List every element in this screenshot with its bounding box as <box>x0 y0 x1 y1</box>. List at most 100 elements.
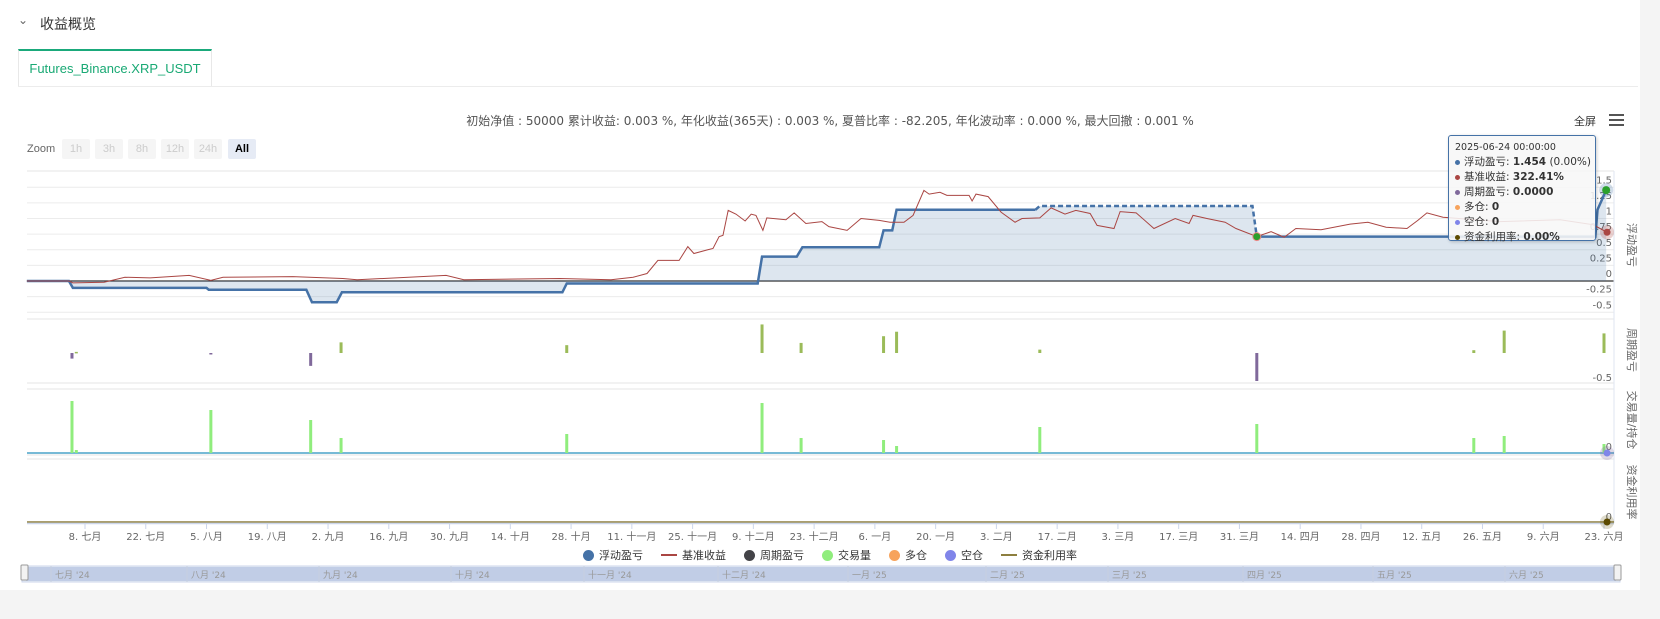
tooltip-row: 多仓: 0 <box>1455 200 1589 215</box>
legend: 浮动盈亏 基准收益 周期盈亏 交易量 多仓 空仓 资金利用率 <box>0 547 1660 563</box>
period-pnl-bar <box>70 353 74 359</box>
position-hover-point <box>1603 449 1611 457</box>
legend-line-icon <box>1001 554 1017 556</box>
tooltip-label: 资金利用率: <box>1464 231 1524 243</box>
x-tick-label: 3. 二月 <box>980 531 1013 543</box>
volume-bar <box>74 450 78 453</box>
trade-marker <box>1602 186 1611 195</box>
period-pnl-bar <box>1502 330 1506 353</box>
volume-bar <box>1502 436 1506 453</box>
tooltip-label: 浮动盈亏: <box>1464 156 1513 168</box>
period-pnl-bar <box>882 336 886 353</box>
benchmark-hover-point <box>1603 228 1611 236</box>
x-tick-label: 5. 八月 <box>190 531 223 543</box>
navigator-label: 二月 '25 <box>990 570 1025 581</box>
period-pnl-bar <box>309 353 313 366</box>
volume-bar <box>799 438 803 453</box>
legend-item[interactable]: 周期盈亏 <box>744 547 804 563</box>
navigator-left-handle[interactable] <box>20 564 29 581</box>
capital-hover-point <box>1603 518 1611 526</box>
period-pnl-bar <box>1255 353 1259 381</box>
legend-line-icon <box>661 554 677 556</box>
y-tick-label: -0.5 <box>1592 300 1612 311</box>
tooltip-suffix: (0.00%) <box>1546 156 1591 168</box>
period-pnl-bar <box>209 353 213 355</box>
navigator-label: 三月 '25 <box>1112 570 1147 581</box>
tooltip-value: 0.00% <box>1523 231 1560 243</box>
navigator-label: 八月 '24 <box>191 570 226 581</box>
x-tick-label: 11. 十一月 <box>607 530 656 543</box>
y-tick-label: 1 <box>1606 207 1612 218</box>
x-tick-label: 28. 十月 <box>552 530 591 543</box>
tooltip-row: 资金利用率: 0.00% <box>1455 230 1589 245</box>
tooltip-row: 周期盈亏: 0.0000 <box>1455 185 1589 200</box>
page-scrollbar[interactable] <box>1640 0 1660 619</box>
y-tick-label: -0.5 <box>1592 373 1612 384</box>
legend-circle-icon <box>889 549 900 561</box>
volume-bar <box>209 410 213 453</box>
volume-bar <box>1038 427 1042 453</box>
legend-circle-icon <box>822 549 833 561</box>
tooltip-label: 空仓: <box>1464 216 1492 228</box>
x-tick-label: 6. 一月 <box>859 531 892 543</box>
period-pnl-bar <box>895 331 899 353</box>
navigator-right-handle[interactable] <box>1613 564 1622 581</box>
series-dot-icon <box>1455 174 1460 180</box>
volume-bar <box>70 401 74 453</box>
navigator-label: 九月 '24 <box>323 570 358 581</box>
legend-label: 基准收益 <box>682 549 726 562</box>
period-pnl-bar <box>74 351 78 354</box>
series-dot-icon <box>1455 204 1460 210</box>
tooltip-value: 1.454 <box>1512 156 1547 168</box>
x-tick-label: 9. 十二月 <box>732 530 775 543</box>
navigator-label: 十二月 '24 <box>722 569 766 581</box>
tooltip-value: 0 <box>1491 201 1500 213</box>
legend-item[interactable]: 基准收益 <box>661 547 726 563</box>
tooltip-value: 0 <box>1491 216 1500 228</box>
period-pnl-bar <box>760 324 764 353</box>
series-dot-icon <box>1455 189 1460 195</box>
legend-circle-icon <box>583 549 594 561</box>
x-tick-label: 14. 四月 <box>1281 531 1320 543</box>
legend-item[interactable]: 交易量 <box>822 547 871 563</box>
page-footer-area <box>0 590 1660 619</box>
navigator-label: 七月 '24 <box>55 570 90 581</box>
x-tick-label: 20. 一月 <box>916 531 955 543</box>
period-pnl-bar <box>1602 333 1606 353</box>
x-tick-label: 14. 十月 <box>491 530 530 543</box>
legend-item[interactable]: 浮动盈亏 <box>583 547 643 563</box>
x-tick-label: 9. 六月 <box>1527 531 1560 543</box>
y-axis-title: 周期盈亏 <box>1625 328 1638 372</box>
x-tick-label: 12. 五月 <box>1402 531 1441 543</box>
x-tick-label: 8. 七月 <box>69 531 102 543</box>
x-tick-label: 31. 三月 <box>1220 531 1259 543</box>
legend-item[interactable]: 资金利用率 <box>1001 547 1077 563</box>
x-tick-label: 26. 五月 <box>1463 531 1502 543</box>
x-tick-label: 30. 九月 <box>430 531 469 543</box>
trade-marker <box>1252 232 1262 242</box>
period-pnl-bar <box>1472 350 1476 353</box>
legend-circle-icon <box>744 549 755 561</box>
legend-label: 资金利用率 <box>1022 549 1077 562</box>
volume-bar <box>1472 438 1476 453</box>
volume-bar <box>1255 424 1259 453</box>
volume-bar <box>565 434 569 453</box>
navigator-label: 十一月 '24 <box>588 569 632 581</box>
volume-bar <box>760 403 764 453</box>
legend-circle-icon <box>945 549 956 561</box>
legend-item[interactable]: 空仓 <box>945 547 983 563</box>
legend-label: 空仓 <box>961 549 983 562</box>
tooltip-label: 周期盈亏: <box>1464 186 1513 198</box>
tooltip-value: 322.41% <box>1512 171 1564 183</box>
legend-label: 周期盈亏 <box>760 549 804 562</box>
period-pnl-bar <box>799 342 803 353</box>
legend-item[interactable]: 多仓 <box>889 547 927 563</box>
tooltip-date: 2025-06-24 00:00:00 <box>1455 142 1556 153</box>
x-tick-label: 19. 八月 <box>248 531 287 543</box>
y-tick-label: -0.25 <box>1586 285 1612 296</box>
tooltip-row: 空仓: 0 <box>1455 215 1589 230</box>
volume-bar <box>895 446 899 453</box>
tooltip-row: 浮动盈亏: 1.454 (0.00%) <box>1455 155 1591 170</box>
y-axis-title: 资金利用率 <box>1625 465 1639 520</box>
volume-bar <box>882 440 886 453</box>
